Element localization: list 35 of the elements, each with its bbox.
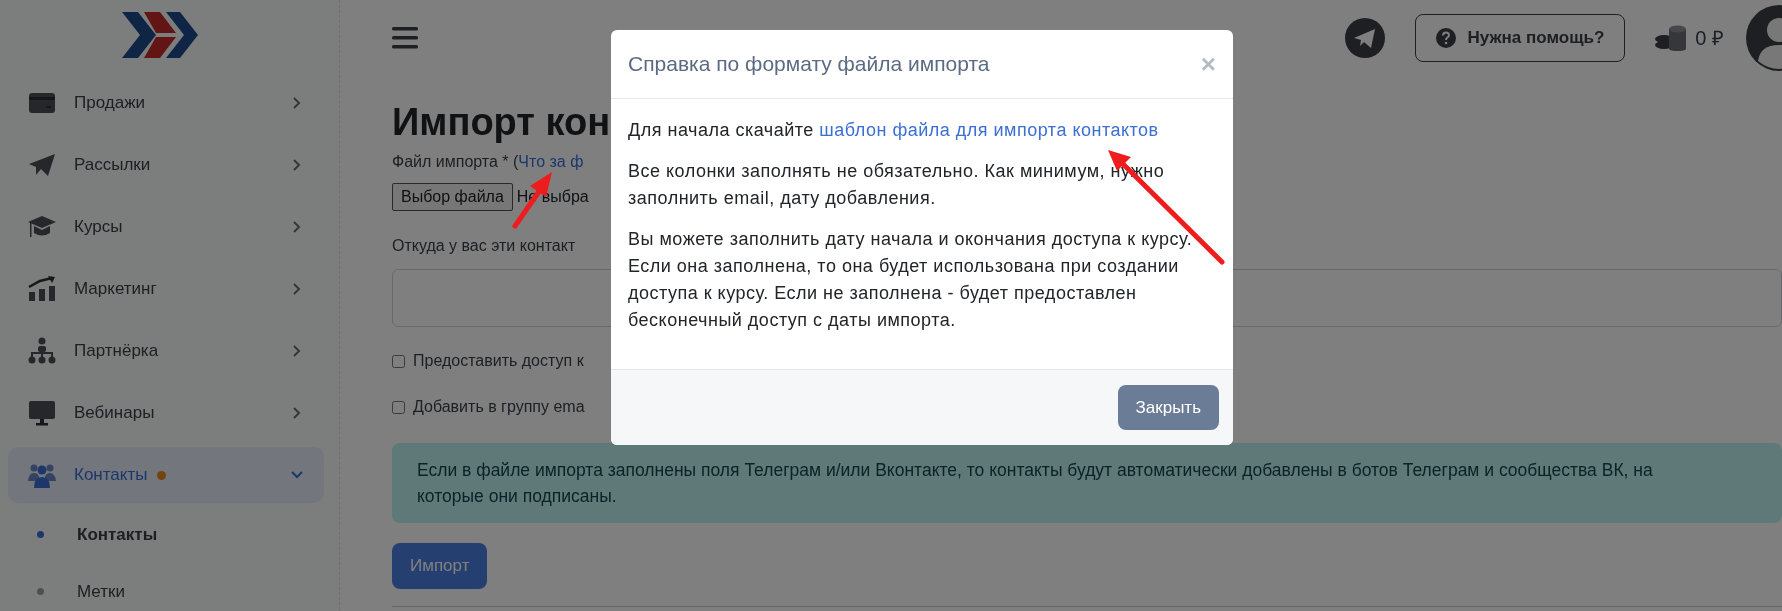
choose-file-button[interactable]: Выбор файла bbox=[392, 183, 513, 211]
submenu-item[interactable]: Метки bbox=[0, 563, 339, 611]
info-alert: Если в файле импорта заполнены поля Телеграм и/или Вконтакте, то контакты будут автоматически добавлены в ботов Телеграм и сообщества ВК, на которые они подписаны. bbox=[392, 443, 1782, 523]
help-link[interactable]: Что за ф bbox=[518, 153, 584, 171]
logo-icon[interactable] bbox=[122, 12, 198, 58]
sidebar-item[interactable]: Курсы bbox=[8, 199, 324, 255]
paragraph: Вы можете заполнить дату начала и окончания доступа к курсу. Если она заполнена, то она будет использована при создании доступа к курсу. Если не заполнена - будет предоставлен бесконечный доступ с даты импорта. bbox=[628, 228, 1194, 332]
coins-icon bbox=[1655, 24, 1688, 51]
sidebar-item[interactable]: Контакты bbox=[8, 447, 324, 503]
sidebar-item[interactable]: Рассылки bbox=[8, 137, 324, 193]
close-button[interactable]: Закрыть bbox=[1117, 385, 1219, 430]
sidebar-item[interactable]: Вебинары bbox=[8, 385, 324, 441]
page-title: Импорт кон bbox=[392, 100, 611, 145]
balance-amount: 0 ₽ bbox=[1695, 26, 1724, 51]
checkbox-label: Предоставить доступ к bbox=[413, 352, 584, 370]
checkbox[interactable] bbox=[392, 400, 405, 414]
template-link[interactable]: шаблон файла для импорта контактов bbox=[819, 120, 1159, 140]
submenu-item[interactable]: Контакты bbox=[0, 506, 339, 563]
question-icon bbox=[1435, 27, 1456, 48]
import-button[interactable]: Импорт bbox=[392, 543, 488, 589]
telegram-icon[interactable] bbox=[1344, 17, 1385, 58]
sidebar-item[interactable]: Продажи bbox=[8, 75, 324, 131]
field-label: Откуда у вас эти контакт bbox=[392, 237, 576, 255]
monitor-icon bbox=[28, 399, 56, 427]
checkbox-label: Добавить в группу ema bbox=[413, 398, 585, 416]
sidebar-item[interactable]: Маркетинг bbox=[8, 261, 324, 317]
menu-icon[interactable] bbox=[392, 26, 418, 49]
checkbox[interactable] bbox=[392, 354, 405, 368]
org-chart-icon bbox=[28, 337, 56, 365]
modal-title: Справка по формату файла импорта bbox=[628, 52, 990, 76]
chart-icon bbox=[28, 275, 56, 303]
help-button[interactable]: Нужна помощь? bbox=[1414, 13, 1626, 62]
paragraph: Для начала скачайте шаблон файла для импорта контактов bbox=[628, 119, 1160, 142]
field-label: Файл импорта * ( bbox=[392, 153, 519, 171]
sidebar-item[interactable]: Партнёрка bbox=[8, 323, 324, 379]
